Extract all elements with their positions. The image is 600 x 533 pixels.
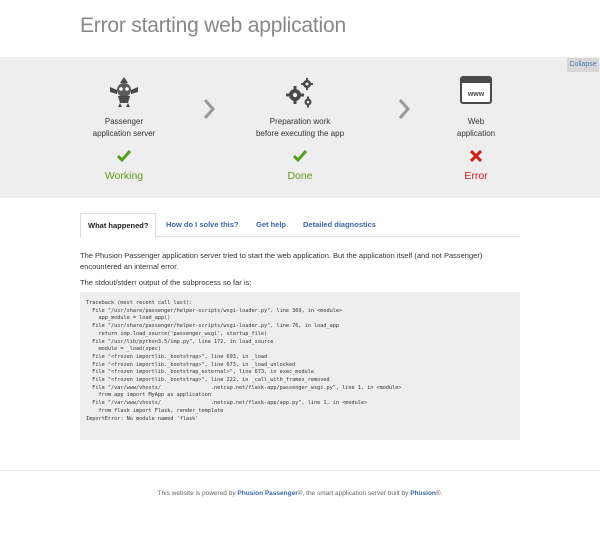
step-status: Error xyxy=(464,170,488,182)
checkmark-icon xyxy=(292,149,308,167)
tab-get-help[interactable]: Get help xyxy=(256,213,286,237)
intro-text: The Phusion Passenger application server… xyxy=(80,251,483,271)
status-band: Collapse Passenger application server Wo… xyxy=(0,57,600,198)
page-title: Error starting web application xyxy=(80,14,346,37)
phusion-passenger-link[interactable]: Phusion Passenger xyxy=(237,490,297,497)
footer: This website is powered by Phusion Passe… xyxy=(157,490,443,497)
tab-detailed-diagnostics[interactable]: Detailed diagnostics xyxy=(303,213,376,237)
x-mark-icon xyxy=(469,149,483,167)
tab-how-do-i-solve[interactable]: How do I solve this? xyxy=(166,213,239,237)
browser-window-icon: www xyxy=(460,75,492,110)
collapse-button[interactable]: Collapse xyxy=(567,58,599,72)
chevron-right-icon xyxy=(203,98,216,125)
phusion-link[interactable]: Phusion xyxy=(410,490,436,497)
svg-text:www: www xyxy=(467,91,485,98)
checkmark-icon xyxy=(116,149,132,167)
footer-divider xyxy=(0,470,600,471)
tab-bar: What happened? How do I solve this? Get … xyxy=(80,213,520,238)
step-label: Passenger application server xyxy=(92,117,156,138)
step-status: Working xyxy=(104,170,144,182)
gears-icon xyxy=(283,75,317,114)
step-status: Done xyxy=(287,170,313,182)
tab-what-happened[interactable]: What happened? xyxy=(80,213,157,238)
output-intro-text: The stdout/stderr output of the subproce… xyxy=(80,278,252,287)
traceback-output: Traceback (most recent call last): File … xyxy=(80,292,520,440)
step-label: Preparation work before executing the ap… xyxy=(255,117,345,138)
robot-icon xyxy=(107,75,141,114)
step-label: Web application xyxy=(456,117,496,138)
